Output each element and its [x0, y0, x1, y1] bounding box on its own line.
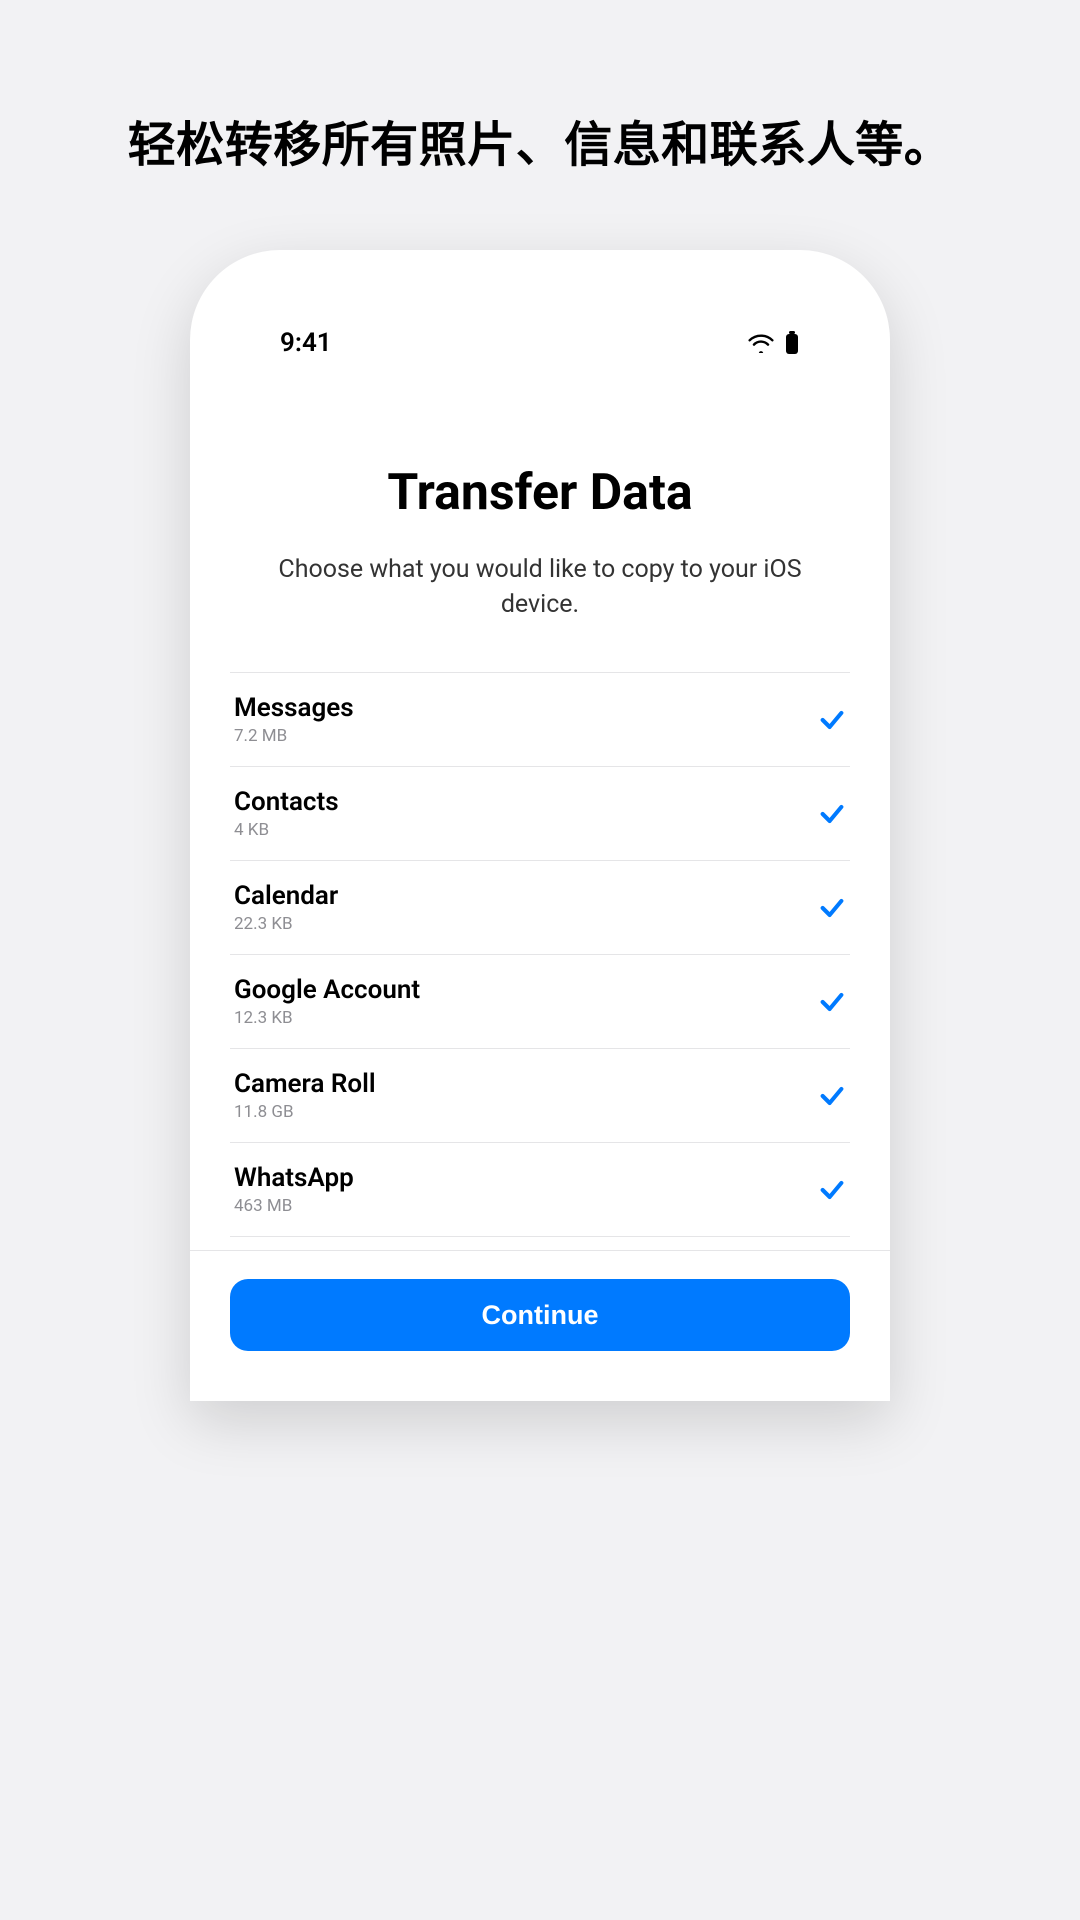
item-google-account[interactable]: Google Account 12.3 KB	[230, 954, 850, 1048]
item-size: 7.2 MB	[234, 726, 354, 746]
item-title: Calendar	[234, 881, 338, 911]
checkmark-icon	[818, 1176, 846, 1204]
item-title: Contacts	[234, 787, 339, 817]
checkmark-icon	[818, 1082, 846, 1110]
item-title: Camera Roll	[234, 1069, 376, 1099]
wifi-icon	[748, 333, 774, 353]
item-calendar[interactable]: Calendar 22.3 KB	[230, 860, 850, 954]
item-size: 12.3 KB	[234, 1008, 420, 1028]
status-bar: 9:41	[230, 250, 850, 358]
checkmark-icon	[818, 800, 846, 828]
checkmark-icon	[818, 988, 846, 1016]
item-size: 11.8 GB	[234, 1102, 376, 1122]
continue-button[interactable]: Continue	[230, 1279, 850, 1351]
promo-headline: 轻松转移所有照片、信息和联系人等。	[0, 105, 1080, 175]
status-icons	[748, 331, 800, 355]
button-bar: Continue	[190, 1250, 890, 1401]
item-title: Messages	[234, 693, 354, 723]
item-messages[interactable]: Messages 7.2 MB	[230, 672, 850, 766]
item-title: WhatsApp	[234, 1163, 354, 1193]
item-size: 463 MB	[234, 1196, 354, 1216]
item-size: 22.3 KB	[234, 914, 338, 934]
screen-title: Transfer Data	[230, 464, 850, 522]
item-whatsapp[interactable]: WhatsApp 463 MB	[230, 1142, 850, 1236]
item-title: Google Account	[234, 975, 420, 1005]
battery-icon	[784, 331, 800, 355]
checkmark-icon	[818, 894, 846, 922]
phone-frame: 9:41 Transfer Data Choose what you would…	[190, 250, 890, 1401]
checkmark-icon	[818, 706, 846, 734]
screen-subtitle: Choose what you would like to copy to yo…	[230, 552, 850, 622]
item-camera-roll[interactable]: Camera Roll 11.8 GB	[230, 1048, 850, 1142]
item-size: 4 KB	[234, 820, 339, 840]
status-time: 9:41	[280, 328, 332, 358]
item-contacts[interactable]: Contacts 4 KB	[230, 766, 850, 860]
